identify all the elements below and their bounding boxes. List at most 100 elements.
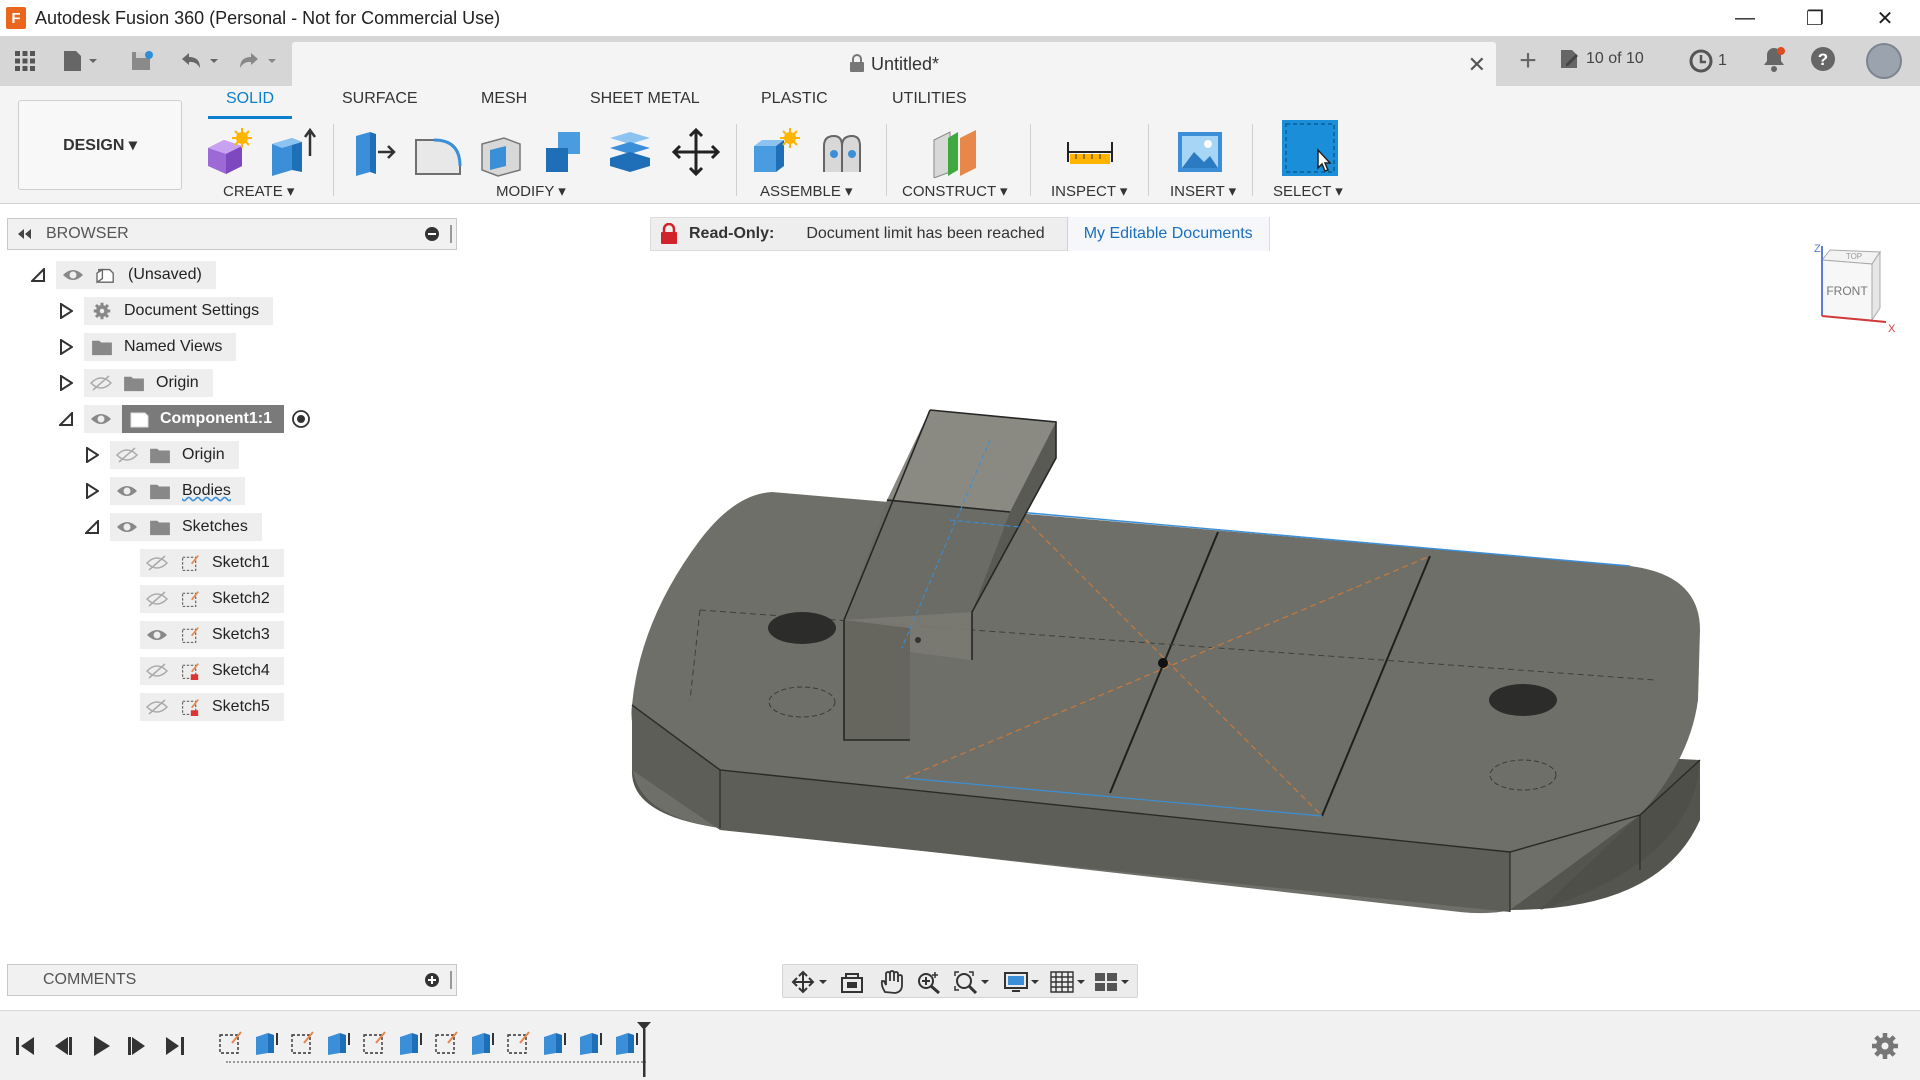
tree-row-bodies[interactable]: Bodies — [84, 477, 245, 505]
collapsed-arrow-icon[interactable] — [84, 447, 100, 463]
panel-resize-handle[interactable] — [450, 225, 452, 243]
timeline-extrude-icon[interactable] — [468, 1029, 496, 1057]
expanded-arrow-icon[interactable] — [58, 411, 74, 427]
activate-radio-icon[interactable] — [290, 408, 312, 430]
tree-row-sketch5[interactable]: Sketch5 — [140, 693, 284, 721]
collapse-panel-icon[interactable] — [16, 228, 32, 240]
browser-panel-header[interactable]: BROWSER — [7, 218, 457, 250]
offset-face-icon[interactable] — [604, 126, 656, 178]
base-plate[interactable] — [631, 492, 1701, 914]
timeline-settings-gear-icon[interactable] — [1870, 1031, 1900, 1061]
pan-hand-icon[interactable] — [877, 970, 905, 994]
new-component-icon[interactable] — [202, 126, 254, 178]
play-icon[interactable] — [88, 1033, 114, 1059]
panel-resize-handle[interactable] — [450, 971, 452, 989]
tree-row-named-views[interactable]: Named Views — [58, 333, 237, 361]
timeline-marker-handle[interactable] — [636, 1021, 652, 1077]
timeline-extrude-icon[interactable] — [540, 1029, 568, 1057]
workspace-switcher[interactable]: DESIGN ▾ — [18, 100, 182, 190]
select-tool-icon[interactable] — [1280, 118, 1340, 178]
expanded-arrow-icon[interactable] — [84, 519, 100, 535]
timeline-sketch-icon[interactable] — [504, 1029, 532, 1057]
construct-group-label[interactable]: CONSTRUCT ▾ — [902, 182, 1008, 200]
tab-plastic[interactable]: PLASTIC — [761, 90, 828, 108]
close-window-button[interactable]: ✕ — [1850, 0, 1920, 36]
file-menu-icon[interactable] — [58, 44, 104, 78]
collapsed-arrow-icon[interactable] — [84, 483, 100, 499]
help-icon[interactable]: ? — [1810, 46, 1836, 72]
tree-row-root[interactable]: (Unsaved) — [30, 261, 216, 289]
tree-row-component-origin[interactable]: Origin — [84, 441, 239, 469]
expanded-arrow-icon[interactable] — [30, 267, 46, 283]
eye-hidden-icon[interactable] — [146, 555, 168, 571]
tab-mesh[interactable]: MESH — [481, 90, 527, 108]
collapsed-arrow-icon[interactable] — [58, 339, 74, 355]
shell-icon[interactable] — [476, 126, 528, 178]
eye-hidden-icon[interactable] — [90, 375, 112, 391]
step-back-icon[interactable] — [50, 1033, 76, 1059]
insert-group-label[interactable]: INSERT ▾ — [1170, 182, 1236, 200]
measure-icon[interactable] — [1064, 126, 1116, 178]
look-at-icon[interactable] — [839, 970, 867, 994]
zoom-icon[interactable] — [915, 970, 943, 994]
eye-hidden-icon[interactable] — [116, 447, 138, 463]
comments-panel-header[interactable]: COMMENTS — [7, 964, 457, 996]
timeline-sketch-icon[interactable] — [432, 1029, 460, 1057]
eye-hidden-icon[interactable] — [146, 663, 168, 679]
go-to-start-icon[interactable] — [12, 1033, 38, 1059]
combine-icon[interactable] — [540, 126, 592, 178]
timeline-extrude-icon[interactable] — [252, 1029, 280, 1057]
timeline-sketch-icon[interactable] — [288, 1029, 316, 1057]
save-icon[interactable] — [128, 44, 156, 78]
history-button[interactable]: 1 — [1688, 48, 1727, 74]
new-component-assemble-icon[interactable] — [750, 126, 802, 178]
restore-button[interactable]: ❐ — [1780, 0, 1850, 36]
tab-surface[interactable]: SURFACE — [342, 90, 418, 108]
eye-hidden-icon[interactable] — [146, 591, 168, 607]
tree-row-component[interactable]: Component1:1 — [58, 405, 312, 433]
assemble-group-label[interactable]: ASSEMBLE ▾ — [760, 182, 853, 200]
eye-icon[interactable] — [90, 411, 112, 427]
tree-row-document-settings[interactable]: Document Settings — [58, 297, 274, 325]
tree-row-origin[interactable]: Origin — [58, 369, 213, 397]
inspect-group-label[interactable]: INSPECT ▾ — [1051, 182, 1127, 200]
tree-row-sketches[interactable]: Sketches — [84, 513, 262, 541]
eye-icon[interactable] — [116, 519, 138, 535]
tab-sheet-metal[interactable]: SHEET METAL — [590, 90, 700, 108]
eye-icon[interactable] — [146, 627, 168, 643]
app-grid-icon[interactable] — [10, 44, 40, 78]
close-tab-button[interactable]: ✕ — [1468, 52, 1486, 78]
timeline-extrude-icon[interactable] — [324, 1029, 352, 1057]
viewports-icon[interactable] — [1093, 970, 1133, 994]
user-avatar[interactable] — [1866, 43, 1902, 79]
grid-settings-icon[interactable] — [1049, 970, 1089, 994]
move-copy-icon[interactable] — [670, 126, 722, 178]
insert-image-icon[interactable] — [1174, 126, 1226, 178]
notifications-bell-icon[interactable] — [1762, 46, 1786, 72]
redo-icon[interactable] — [234, 44, 284, 78]
eye-icon[interactable] — [116, 483, 138, 499]
job-status[interactable]: 10 of 10 — [1558, 48, 1644, 70]
step-forward-icon[interactable] — [124, 1033, 150, 1059]
timeline-sketch-icon[interactable] — [216, 1029, 244, 1057]
display-settings-icon[interactable] — [1003, 970, 1043, 994]
fit-zoom-icon[interactable] — [953, 970, 993, 994]
select-group-label[interactable]: SELECT ▾ — [1273, 182, 1343, 200]
tab-solid[interactable]: SOLID — [226, 90, 274, 108]
minus-circle-icon[interactable] — [424, 226, 440, 242]
my-editable-documents-link[interactable]: My Editable Documents — [1066, 217, 1269, 251]
fillet-icon[interactable] — [412, 126, 464, 178]
go-to-end-icon[interactable] — [162, 1033, 188, 1059]
create-group-label[interactable]: CREATE ▾ — [223, 182, 294, 200]
timeline-sketch-icon[interactable] — [360, 1029, 388, 1057]
timeline-extrude-icon[interactable] — [396, 1029, 424, 1057]
tree-row-sketch1[interactable]: Sketch1 — [140, 549, 284, 577]
collapsed-arrow-icon[interactable] — [58, 375, 74, 391]
new-tab-button[interactable]: + — [1510, 40, 1546, 82]
collapsed-arrow-icon[interactable] — [58, 303, 74, 319]
eye-hidden-icon[interactable] — [146, 699, 168, 715]
timeline-extrude-icon[interactable] — [576, 1029, 604, 1057]
add-comment-icon[interactable] — [424, 972, 440, 988]
modify-group-label[interactable]: MODIFY ▾ — [496, 182, 566, 200]
orbit-icon[interactable] — [791, 970, 831, 994]
